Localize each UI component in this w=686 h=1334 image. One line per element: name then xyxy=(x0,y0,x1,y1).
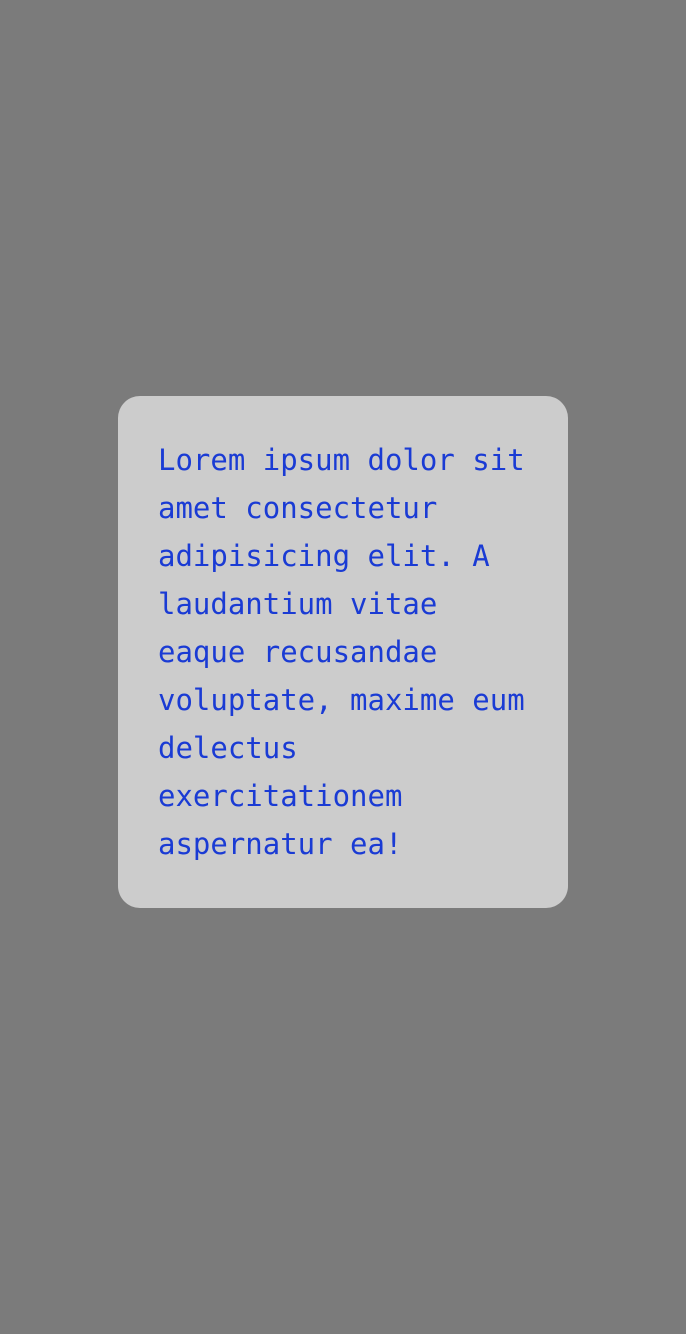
text-card: Lorem ipsum dolor sit amet consectetur a… xyxy=(118,396,568,908)
card-text: Lorem ipsum dolor sit amet consectetur a… xyxy=(158,443,525,861)
